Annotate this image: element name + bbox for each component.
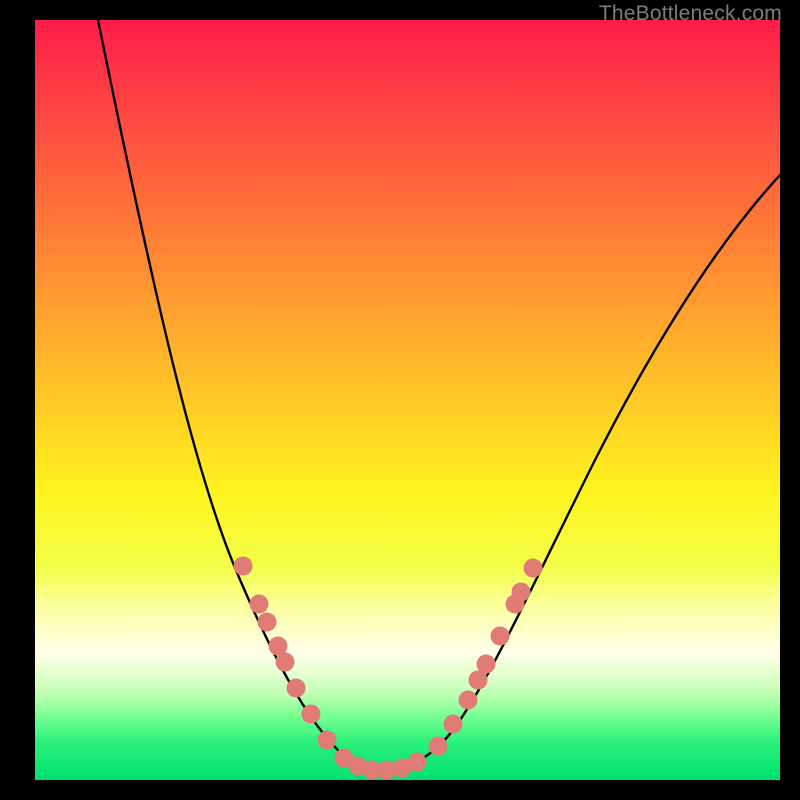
data-dot	[444, 715, 463, 734]
data-dot	[459, 691, 478, 710]
chart-svg	[35, 20, 780, 780]
data-dot	[408, 753, 427, 772]
data-dot	[477, 655, 496, 674]
data-dot	[302, 705, 321, 724]
watermark-text: TheBottleneck.com	[599, 2, 782, 26]
data-dot	[276, 653, 295, 672]
data-dot	[491, 627, 510, 646]
data-dot	[512, 583, 531, 602]
data-dot	[234, 557, 253, 576]
data-dot	[287, 679, 306, 698]
data-dot	[318, 731, 337, 750]
data-dot	[429, 737, 448, 756]
data-dot	[250, 595, 269, 614]
chart-frame: TheBottleneck.com	[0, 0, 800, 800]
chart-plot-area	[35, 20, 780, 780]
data-dot	[258, 613, 277, 632]
bottleneck-curve	[98, 20, 780, 771]
data-dot	[524, 559, 543, 578]
data-dots	[234, 557, 543, 780]
